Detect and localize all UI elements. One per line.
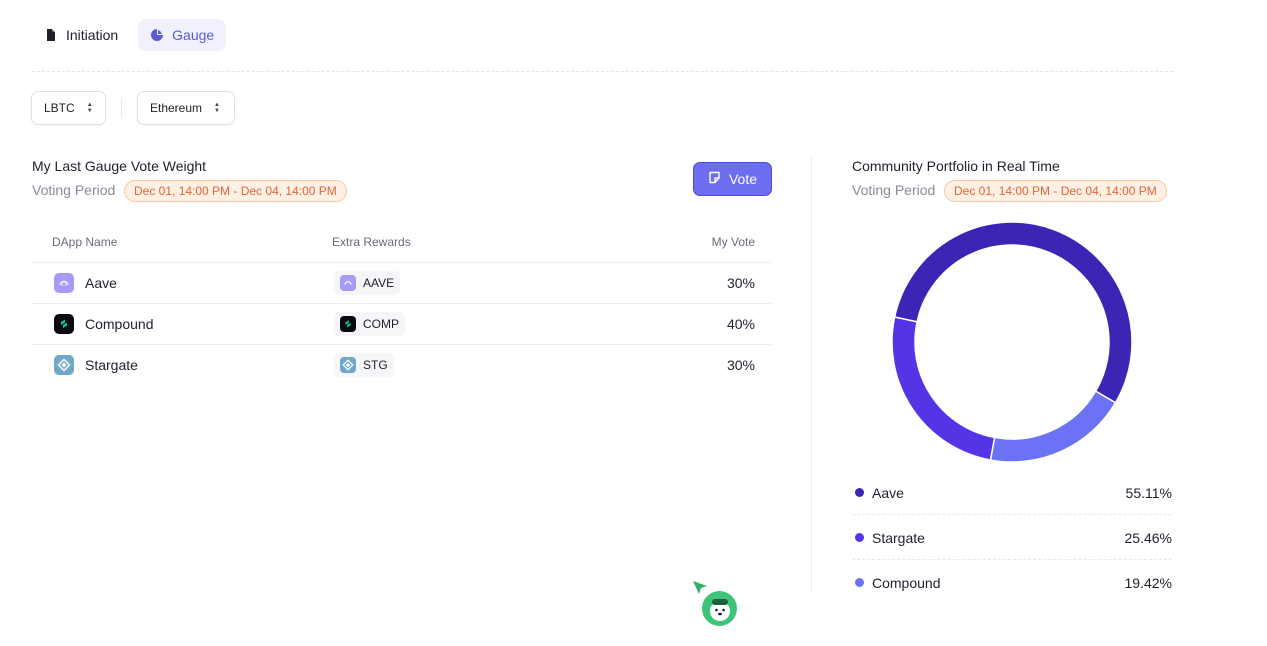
legend-item: Compound 19.42% [852, 560, 1172, 605]
donut-slice-compound[interactable] [989, 390, 1117, 463]
column-my-vote: My Vote [711, 235, 755, 249]
legend-name: Stargate [872, 529, 925, 546]
voting-period-badge: Dec 01, 14:00 PM - Dec 04, 14:00 PM [944, 180, 1167, 202]
filter-separator [121, 99, 122, 117]
vote-button-label: Vote [728, 171, 758, 187]
legend-dot [855, 488, 864, 497]
token-select[interactable]: LBTC ▲ ▼ [31, 91, 106, 125]
table-row: Aave AAVE 30% [32, 262, 771, 303]
compound-logo-icon [340, 316, 356, 332]
tab-label: Initiation [66, 27, 119, 43]
network-select-value: Ethereum [150, 101, 203, 115]
legend-item: Stargate 25.46% [852, 515, 1172, 560]
dapp-name: Aave [85, 275, 117, 291]
legend-name: Aave [872, 484, 904, 501]
legend-value: 55.11% [1125, 484, 1172, 501]
dapp-cell: Aave [54, 273, 117, 293]
aave-logo-icon [54, 273, 74, 293]
tab-bar: Initiation Gauge [32, 19, 227, 51]
reward-badge: AAVE [334, 271, 401, 295]
donut-slice-aave[interactable] [893, 221, 1133, 404]
vote-button[interactable]: Vote [693, 162, 772, 196]
reward-badge: STG [334, 353, 394, 377]
my-vote-value: 30% [726, 357, 755, 373]
mascot-avatar[interactable] [702, 591, 737, 626]
column-dapp-name: DApp Name [52, 235, 118, 249]
tab-label: Gauge [172, 27, 215, 43]
aave-logo-icon [340, 275, 356, 291]
tab-initiation[interactable]: Initiation [32, 19, 130, 51]
reward-token: AAVE [363, 276, 395, 290]
dapp-cell: Stargate [54, 355, 138, 375]
select-arrows-icon: ▲ ▼ [214, 102, 220, 114]
dapp-cell: Compound [54, 314, 154, 334]
bear-face-icon [709, 598, 730, 621]
legend-value: 25.46% [1124, 529, 1172, 546]
header-divider [32, 71, 1173, 72]
my-vote-title: My Last Gauge Vote Weight [32, 158, 207, 174]
voting-period-badge: Dec 01, 14:00 PM - Dec 04, 14:00 PM [124, 180, 347, 202]
select-arrows-icon: ▲ ▼ [86, 102, 93, 114]
voting-period-label: Voting Period [32, 182, 116, 198]
column-extra-rewards: Extra Rewards [332, 235, 411, 249]
donut-slice-stargate[interactable] [891, 316, 996, 461]
token-select-value: LBTC [44, 101, 75, 115]
voting-period-label: Voting Period [852, 182, 936, 198]
table-row: Stargate STG 30% [32, 344, 771, 385]
my-vote-value: 40% [726, 316, 755, 332]
dapp-name: Compound [85, 316, 154, 332]
stargate-logo-icon [340, 357, 356, 373]
edit-note-icon [708, 171, 721, 187]
pie-chart-icon [150, 28, 164, 42]
my-vote-value: 30% [726, 275, 755, 291]
file-icon [44, 28, 58, 42]
tab-gauge[interactable]: Gauge [138, 19, 227, 51]
reward-token: STG [363, 358, 388, 372]
legend-dot [855, 578, 864, 587]
community-title: Community Portfolio in Real Time [852, 158, 1060, 174]
reward-token: COMP [363, 317, 399, 331]
network-select[interactable]: Ethereum ▲ ▼ [137, 91, 235, 125]
dapp-name: Stargate [85, 357, 138, 373]
community-donut-chart [891, 221, 1133, 463]
legend-dot [855, 533, 864, 542]
legend-name: Compound [872, 574, 941, 591]
stargate-logo-icon [54, 355, 74, 375]
legend-value: 19.42% [1124, 574, 1172, 591]
compound-logo-icon [54, 314, 74, 334]
table-row: Compound COMP 40% [32, 303, 771, 344]
reward-badge: COMP [334, 312, 405, 336]
panel-divider [811, 155, 812, 592]
legend-item: Aave 55.11% [852, 470, 1172, 515]
